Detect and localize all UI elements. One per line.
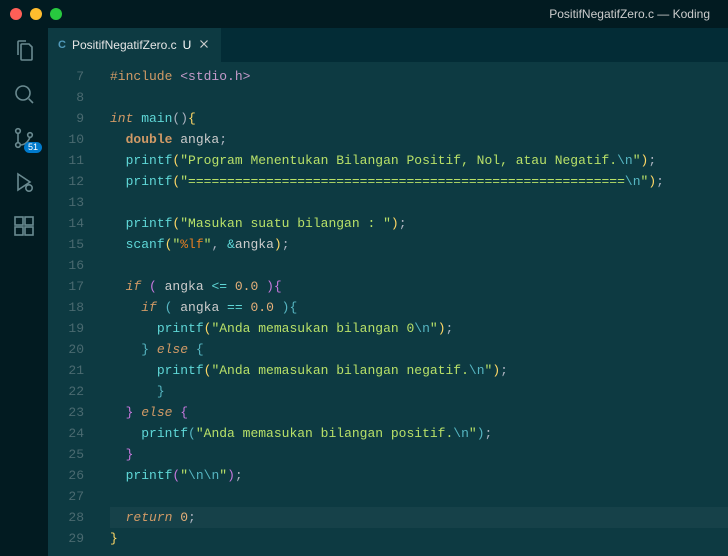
- tab-positifnegatifzero[interactable]: C PositifNegatifZero.c U: [48, 28, 221, 62]
- run-debug-icon[interactable]: [12, 170, 36, 194]
- close-tab-icon[interactable]: [197, 37, 211, 54]
- tab-bar: C PositifNegatifZero.c U: [48, 28, 728, 62]
- window-controls: [10, 8, 62, 20]
- title-bar: PositifNegatifZero.c — Koding: [0, 0, 728, 28]
- maximize-window-button[interactable]: [50, 8, 62, 20]
- line-number-gutter: 7891011121314151617181920212223242526272…: [48, 62, 98, 556]
- c-file-icon: C: [58, 39, 66, 51]
- scm-badge: 51: [24, 142, 42, 153]
- search-icon[interactable]: [12, 82, 36, 106]
- code-content[interactable]: #include <stdio.h> int main(){ double an…: [98, 62, 728, 556]
- close-window-button[interactable]: [10, 8, 22, 20]
- extensions-icon[interactable]: [12, 214, 36, 238]
- window-title: PositifNegatifZero.c — Koding: [0, 7, 728, 21]
- editor-area: C PositifNegatifZero.c U 789101112131415…: [48, 28, 728, 556]
- minimize-window-button[interactable]: [30, 8, 42, 20]
- explorer-icon[interactable]: [12, 38, 36, 62]
- tab-label: PositifNegatifZero.c: [72, 38, 177, 52]
- code-editor[interactable]: 7891011121314151617181920212223242526272…: [48, 62, 728, 556]
- source-control-icon[interactable]: 51: [12, 126, 36, 150]
- tab-modified-indicator: U: [183, 38, 192, 52]
- activity-bar: 51: [0, 28, 48, 556]
